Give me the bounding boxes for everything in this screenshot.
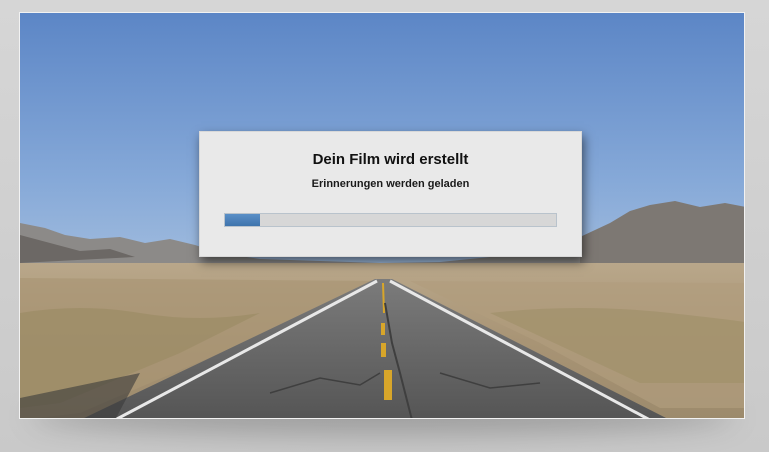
progress-bar: [224, 213, 557, 227]
progress-dialog: Dein Film wird erstellt Erinnerungen wer…: [199, 131, 582, 257]
dialog-title: Dein Film wird erstellt: [312, 151, 469, 168]
app-stage: Dein Film wird erstellt Erinnerungen wer…: [0, 0, 769, 452]
dialog-status-text: Erinnerungen werden geladen: [311, 178, 470, 190]
progress-bar-fill: [225, 214, 260, 226]
